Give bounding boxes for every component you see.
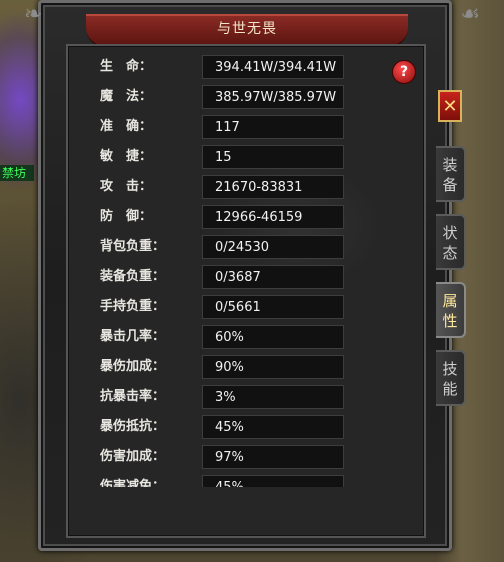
- stat-row: 伤害减免： 45%: [100, 475, 360, 487]
- stat-value: 90%: [202, 355, 344, 379]
- stat-label: 敏 捷：: [100, 149, 153, 164]
- stat-label: 手持负重：: [100, 299, 166, 314]
- stat-label: 抗暴击率：: [100, 389, 166, 404]
- window-title: 与世无畏: [217, 21, 277, 37]
- stat-value: 3%: [202, 385, 344, 409]
- help-button[interactable]: ?: [392, 60, 416, 84]
- stat-value: 21670-83831: [202, 175, 344, 199]
- stat-label: 防 御：: [100, 209, 153, 224]
- tab-label-bottom: 性: [442, 312, 458, 330]
- tab-label-top: 技: [442, 360, 458, 378]
- stat-label: 生 命：: [100, 59, 153, 74]
- tab-label-bottom: 备: [442, 176, 458, 194]
- dragon-ornament-right-icon: ☙: [460, 2, 480, 27]
- stat-value: 12966-46159: [202, 205, 344, 229]
- zone-label: 禁坊: [0, 165, 34, 181]
- stat-value: 60%: [202, 325, 344, 349]
- stat-label: 暴伤抵抗：: [100, 419, 166, 434]
- stat-value: 385.97W/385.97W: [202, 85, 344, 109]
- stat-value: 15: [202, 145, 344, 169]
- stat-value: 45%: [202, 415, 344, 439]
- stat-label: 暴伤加成：: [100, 359, 166, 374]
- side-tab[interactable]: 装备: [436, 146, 466, 202]
- stat-label: 背包负重：: [100, 239, 166, 254]
- stat-value: 394.41W/394.41W: [202, 55, 344, 79]
- stat-label: 伤害减免：: [100, 479, 166, 487]
- stat-value: 0/5661: [202, 295, 344, 319]
- stat-value: 45%: [202, 475, 344, 487]
- stat-value: 0/24530: [202, 235, 344, 259]
- stat-value: 117: [202, 115, 344, 139]
- side-tab[interactable]: 技能: [436, 350, 466, 406]
- tab-label-top: 属: [442, 292, 458, 310]
- stat-label: 暴击几率：: [100, 329, 166, 344]
- stat-label: 装备负重：: [100, 269, 166, 284]
- tab-label-bottom: 能: [442, 380, 458, 398]
- stat-label: 准 确：: [100, 119, 153, 134]
- stat-label: 魔 法：: [100, 89, 153, 104]
- tab-label-top: 状: [442, 224, 458, 242]
- side-tab[interactable]: 属性: [436, 282, 466, 338]
- stat-label: 攻 击：: [100, 179, 153, 194]
- tab-label-bottom: 态: [442, 244, 458, 262]
- close-button[interactable]: ✕: [438, 90, 462, 122]
- stat-value: 97%: [202, 445, 344, 469]
- stat-value: 0/3687: [202, 265, 344, 289]
- side-tab[interactable]: 状态: [436, 214, 466, 270]
- stat-label: 伤害加成：: [100, 449, 166, 464]
- tab-label-top: 装: [442, 156, 458, 174]
